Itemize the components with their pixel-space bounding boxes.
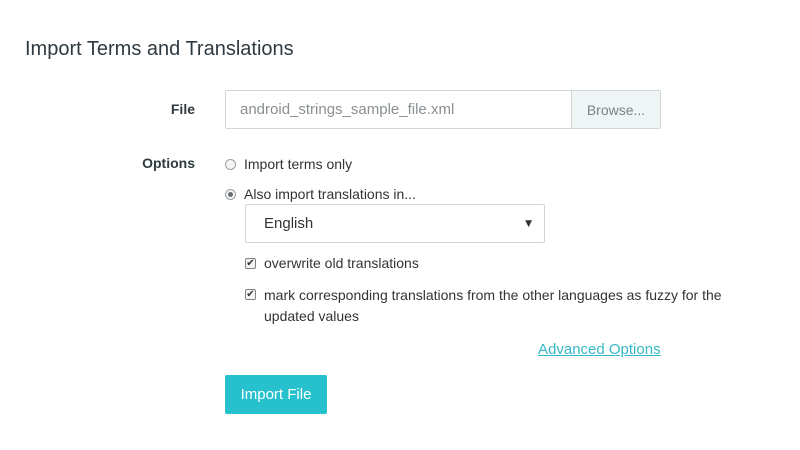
mark-fuzzy-label: mark corresponding translations from the… <box>264 287 722 324</box>
browse-button[interactable]: Browse... <box>571 90 661 129</box>
import-terms-only-radio[interactable] <box>225 159 236 170</box>
mark-fuzzy-checkbox[interactable]: ✔ <box>245 289 256 300</box>
import-translations-label: Also import translations in... <box>244 186 416 202</box>
page-title: Import Terms and Translations <box>25 38 294 60</box>
overwrite-option[interactable]: ✔ overwrite old translations <box>245 255 419 271</box>
caret-down-icon: ▼ <box>525 218 532 229</box>
import-translations-option[interactable]: Also import translations in... <box>225 186 416 202</box>
file-name-input[interactable] <box>225 90 571 129</box>
import-file-button[interactable]: Import File <box>225 375 327 414</box>
import-terms-only-option[interactable]: Import terms only <box>225 156 352 172</box>
overwrite-checkbox[interactable]: ✔ <box>245 258 256 269</box>
overwrite-label: overwrite old translations <box>264 255 419 271</box>
language-select-value: English <box>264 215 314 232</box>
import-translations-radio[interactable] <box>225 189 236 200</box>
import-terms-only-label: Import terms only <box>244 156 353 172</box>
mark-fuzzy-option[interactable]: ✔ mark corresponding translations from t… <box>245 285 775 327</box>
language-select[interactable]: English ▼ <box>245 204 545 243</box>
options-label: Options <box>142 155 195 171</box>
advanced-options-link[interactable]: Advanced Options <box>538 341 661 358</box>
file-picker: Browse... <box>225 90 661 129</box>
file-label: File <box>170 101 195 117</box>
